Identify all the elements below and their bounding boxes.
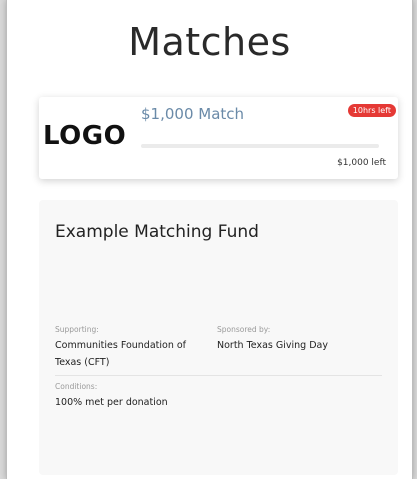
conditions-value: 100% met per donation — [55, 397, 168, 408]
time-left-badge: 10hrs left — [347, 104, 396, 117]
match-progress-bar — [141, 144, 379, 148]
conditions-label: Conditions: — [55, 382, 98, 391]
match-amount: $1,000 Match — [141, 105, 245, 123]
app-screen: Matches LOGO $1,000 Match 10hrs left $1,… — [6, 0, 413, 479]
match-card[interactable]: LOGO $1,000 Match 10hrs left $1,000 left — [39, 97, 398, 179]
details-divider — [55, 375, 382, 376]
amount-left: $1,000 left — [337, 158, 386, 168]
sponsored-label: Sponsored by: — [217, 325, 271, 334]
page-title: Matches — [128, 20, 291, 64]
supporting-label: Supporting: — [55, 325, 99, 334]
sponsor-logo: LOGO — [43, 121, 127, 151]
fund-details-card: Example Matching Fund Supporting: Commun… — [39, 200, 398, 475]
supporting-value: Communities Foundation of Texas (CFT) — [55, 340, 187, 368]
sponsored-value: North Texas Giving Day — [217, 340, 328, 351]
fund-title: Example Matching Fund — [55, 222, 259, 242]
